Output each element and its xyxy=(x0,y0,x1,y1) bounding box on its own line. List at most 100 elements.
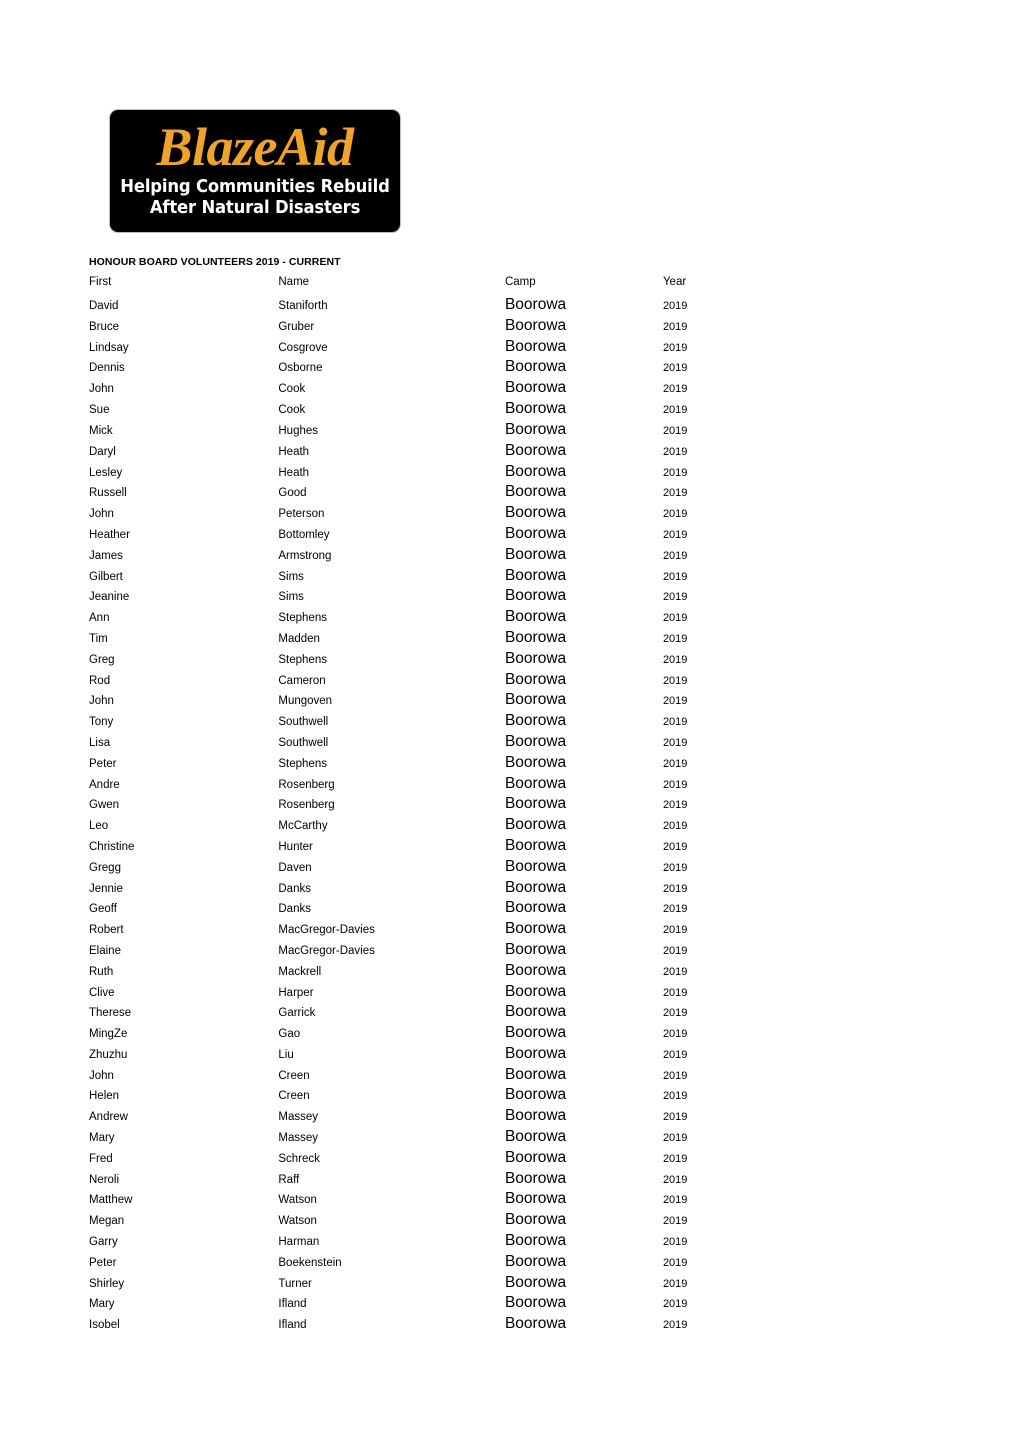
column-header-first: First xyxy=(89,276,112,288)
cell-year: 2019 xyxy=(662,632,688,645)
table-row: Peter Boekenstein Boorowa 2019 xyxy=(89,1253,789,1274)
cell-first: Zhuzhu xyxy=(89,1048,128,1061)
cell-name: MacGregor-Davies xyxy=(278,944,375,957)
cell-first: Tony xyxy=(89,716,114,729)
cell-camp: Boorowa xyxy=(504,1232,567,1250)
cell-name: Watson xyxy=(278,1215,317,1228)
cell-name: Liu xyxy=(278,1048,294,1061)
cell-first: Peter xyxy=(89,757,117,770)
table-row: Jeanine Sims Boorowa 2019 xyxy=(89,587,789,608)
cell-camp: Boorowa xyxy=(504,899,567,917)
cell-camp: Boorowa xyxy=(504,1148,567,1166)
cell-year: 2019 xyxy=(662,508,688,521)
logo-tagline-line-2: After Natural Disasters xyxy=(149,198,361,218)
table-row: Fred Schreck Boorowa 2019 xyxy=(89,1149,789,1170)
cell-year: 2019 xyxy=(662,591,688,604)
cell-camp: Boorowa xyxy=(504,1190,567,1208)
cell-year: 2019 xyxy=(662,1319,688,1332)
cell-name: Bottomley xyxy=(278,528,330,541)
column-header-camp: Camp xyxy=(504,276,536,288)
cell-first: Gregg xyxy=(89,861,121,874)
table-row: Elaine MacGregor-Davies Boorowa 2019 xyxy=(89,941,789,962)
volunteers-table: First Name Camp Year David Staniforth Boor… xyxy=(89,276,789,1336)
cell-year: 2019 xyxy=(662,612,688,625)
cell-camp: Boorowa xyxy=(504,628,567,646)
cell-first: Ann xyxy=(89,612,110,625)
table-row: Ann Stephens Boorowa 2019 xyxy=(89,608,789,629)
cell-year: 2019 xyxy=(662,1298,688,1311)
cell-first: Gilbert xyxy=(89,570,123,583)
cell-year: 2019 xyxy=(662,1111,688,1124)
cell-name: Heath xyxy=(278,466,310,479)
table-row: John Mungoven Boorowa 2019 xyxy=(89,691,789,712)
cell-year: 2019 xyxy=(662,1215,688,1228)
table-row: Andre Rosenberg Boorowa 2019 xyxy=(89,775,789,796)
cell-first: Fred xyxy=(89,1152,113,1165)
cell-first: Rod xyxy=(89,674,111,687)
cell-year: 2019 xyxy=(662,570,688,583)
cell-first: MingZe xyxy=(89,1028,128,1041)
cell-first: Isobel xyxy=(89,1319,120,1332)
cell-first: Jeanine xyxy=(89,591,130,604)
cell-name: Ifland xyxy=(278,1319,307,1332)
cell-name: Watson xyxy=(278,1194,317,1207)
cell-first: Lindsay xyxy=(89,341,129,354)
cell-camp: Boorowa xyxy=(504,691,567,709)
cell-year: 2019 xyxy=(662,1256,688,1269)
cell-first: Russell xyxy=(89,487,127,500)
table-header-row: First Name Camp Year xyxy=(89,276,789,296)
cell-camp: Boorowa xyxy=(504,961,567,979)
table-row: John Creen Boorowa 2019 xyxy=(89,1066,789,1087)
table-row: Geoff Danks Boorowa 2019 xyxy=(89,899,789,920)
cell-name: Southwell xyxy=(278,736,329,749)
cell-name: Armstrong xyxy=(278,549,332,562)
cell-name: Peterson xyxy=(278,508,325,521)
table-row: Dennis Osborne Boorowa 2019 xyxy=(89,358,789,379)
table-row: Neroli Raff Boorowa 2019 xyxy=(89,1170,789,1191)
cell-first: David xyxy=(89,300,119,312)
cell-year: 2019 xyxy=(662,424,688,437)
cell-name: Gruber xyxy=(278,320,315,333)
cell-year: 2019 xyxy=(662,1090,688,1103)
cell-year: 2019 xyxy=(662,1048,688,1061)
cell-first: Lisa xyxy=(89,736,111,749)
cell-camp: Boorowa xyxy=(504,1273,567,1291)
cell-year: 2019 xyxy=(662,778,688,791)
cell-camp: Boorowa xyxy=(504,524,567,542)
cell-year: 2019 xyxy=(662,1236,688,1249)
page-title: HONOUR BOARD VOLUNTEERS 2019 - CURRENT xyxy=(89,256,341,268)
table-row: Leo McCarthy Boorowa 2019 xyxy=(89,816,789,837)
cell-camp: Boorowa xyxy=(504,795,567,813)
cell-year: 2019 xyxy=(662,528,688,541)
table-row: Garry Harman Boorowa 2019 xyxy=(89,1232,789,1253)
table-row: Zhuzhu Liu Boorowa 2019 xyxy=(89,1045,789,1066)
cell-year: 2019 xyxy=(662,903,688,916)
cell-camp: Boorowa xyxy=(504,649,567,667)
cell-first: Matthew xyxy=(89,1194,133,1207)
cell-camp: Boorowa xyxy=(504,1024,567,1042)
cell-year: 2019 xyxy=(662,466,688,479)
cell-year: 2019 xyxy=(662,1069,688,1082)
logo-tagline-line-1: Helping Communities Rebuild xyxy=(120,177,390,197)
cell-camp: Boorowa xyxy=(504,1065,567,1083)
cell-name: Osborne xyxy=(278,362,323,375)
cell-first: Elaine xyxy=(89,944,121,957)
cell-name: Boekenstein xyxy=(278,1256,342,1269)
cell-year: 2019 xyxy=(662,840,688,853)
table-row: Therese Garrick Boorowa 2019 xyxy=(89,1003,789,1024)
cell-camp: Boorowa xyxy=(504,670,567,688)
cell-year: 2019 xyxy=(662,1277,688,1290)
table-row: Heather Bottomley Boorowa 2019 xyxy=(89,525,789,546)
cell-name: Stephens xyxy=(278,653,327,666)
cell-name: Creen xyxy=(278,1069,310,1082)
cell-first: Leo xyxy=(89,820,109,833)
cell-name: Stephens xyxy=(278,612,327,625)
cell-name: Heath xyxy=(278,445,310,458)
table-row: Mick Hughes Boorowa 2019 xyxy=(89,421,789,442)
cell-camp: Boorowa xyxy=(504,358,567,376)
cell-year: 2019 xyxy=(662,1152,688,1165)
cell-first: Peter xyxy=(89,1256,117,1269)
cell-camp: Boorowa xyxy=(504,753,567,771)
cell-camp: Boorowa xyxy=(504,920,567,938)
cell-year: 2019 xyxy=(662,653,688,666)
